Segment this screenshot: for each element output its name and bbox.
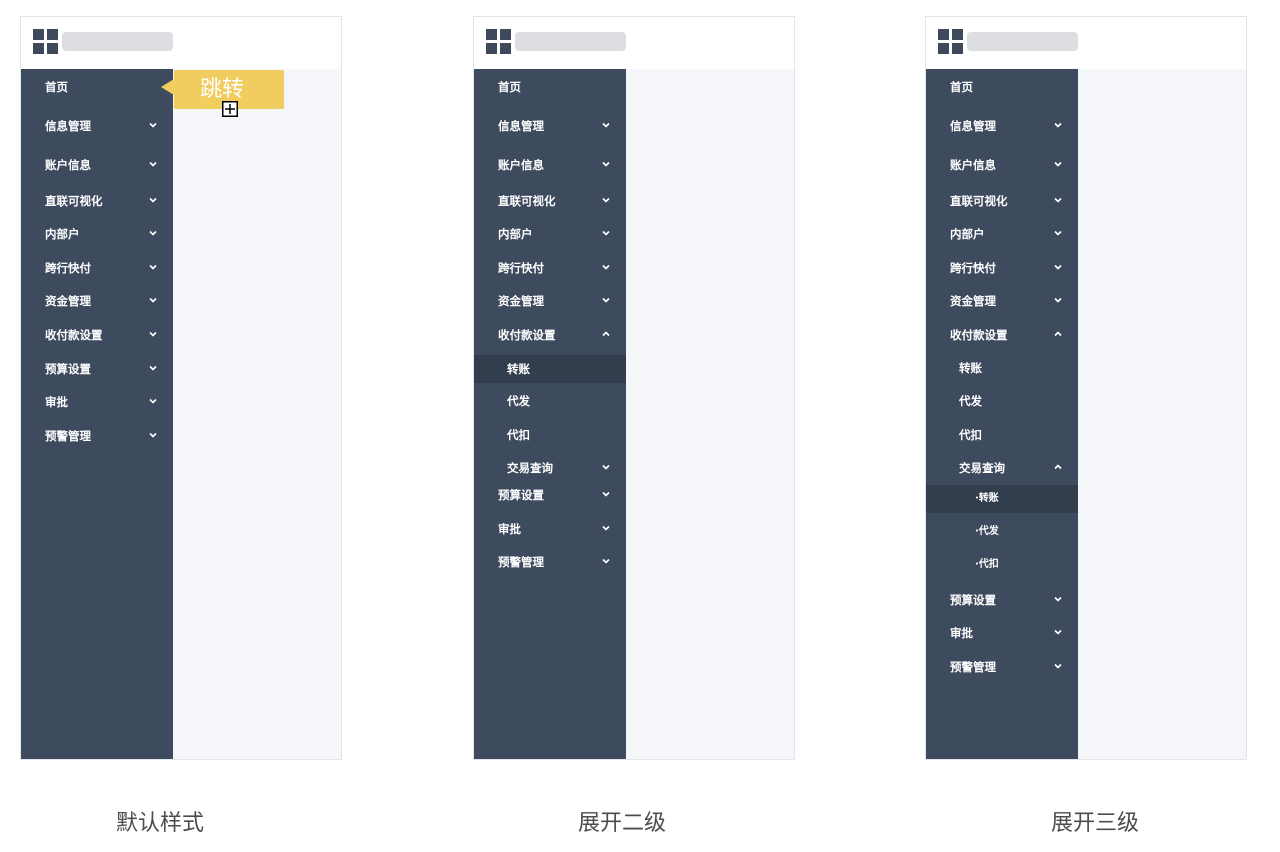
chevron-down-icon — [1054, 122, 1062, 128]
chevron-down-icon — [1054, 230, 1062, 236]
menu-item-internal-account[interactable]: 内部户 — [926, 218, 1078, 251]
menu-item-direct-visual[interactable]: 直联可视化 — [926, 185, 1078, 218]
submenu-item-deduction[interactable]: 代扣 — [474, 419, 626, 452]
submenu-item-transfer[interactable]: 转账 — [926, 352, 1078, 385]
menu-item-fund-management[interactable]: 资金管理 — [474, 285, 626, 318]
chevron-up-icon — [1054, 331, 1062, 337]
menu-item-direct-visual[interactable]: 直联可视化 — [474, 185, 626, 218]
menu-item-info-management[interactable]: 信息管理 — [21, 110, 173, 143]
chevron-down-icon — [149, 122, 157, 128]
chevron-down-icon — [602, 525, 610, 531]
caption-third-level: 展开三级 — [1050, 811, 1139, 836]
sidebar-menu: 首页 信息管理 账户信息 直联可视化 内部户 跨行快付 资金管理 收付款设置 转… — [926, 69, 1078, 759]
chevron-down-icon — [149, 230, 157, 236]
sidebar-menu: 首页 信息管理 账户信息 直联可视化 内部户 跨行快付 资金管理 收付款设置 预… — [21, 69, 173, 759]
menu-item-fund-management[interactable]: 资金管理 — [21, 285, 173, 318]
tooltip-arrow — [161, 79, 174, 95]
app-header — [926, 17, 1246, 69]
chevron-down-icon — [602, 264, 610, 270]
menu-item-info-management[interactable]: 信息管理 — [926, 110, 1078, 143]
logo-placeholder — [967, 32, 1078, 51]
submenu-item-transaction-query[interactable]: 交易查询 — [926, 452, 1078, 485]
menu-item-alert-management[interactable]: 预警管理 — [926, 651, 1078, 684]
panel-third-level: 首页 信息管理 账户信息 直联可视化 内部户 跨行快付 资金管理 收付款设置 转… — [925, 16, 1247, 760]
chevron-down-icon — [149, 197, 157, 203]
menu-item-budget-settings[interactable]: 预算设置 — [21, 353, 173, 386]
menu-item-info-management[interactable]: 信息管理 — [474, 110, 626, 143]
app-header — [474, 17, 794, 69]
chevron-down-icon — [149, 432, 157, 438]
logo-placeholder — [515, 32, 626, 51]
menu-item-budget-settings[interactable]: 预算设置 — [474, 479, 626, 512]
logo-placeholder — [62, 32, 173, 51]
submenu-item-payroll[interactable]: 代发 — [926, 385, 1078, 418]
chevron-down-icon — [602, 122, 610, 128]
menu-item-approval[interactable]: 审批 — [474, 513, 626, 546]
chevron-down-icon — [602, 491, 610, 497]
menu-item-interbank-pay[interactable]: 跨行快付 — [474, 252, 626, 285]
crosshair-cursor-icon — [222, 101, 238, 117]
third-item-transfer[interactable]: ·转账 — [926, 485, 1078, 513]
grid-logo-icon — [486, 29, 511, 54]
chevron-down-icon — [149, 398, 157, 404]
menu-item-home[interactable]: 首页 — [474, 71, 626, 104]
chevron-down-icon — [149, 161, 157, 167]
chevron-down-icon — [1054, 197, 1062, 203]
menu-item-interbank-pay[interactable]: 跨行快付 — [21, 252, 173, 285]
panel-second-level: 首页 信息管理 账户信息 直联可视化 内部户 跨行快付 资金管理 收付款设置 转… — [473, 16, 795, 760]
menu-item-internal-account[interactable]: 内部户 — [474, 218, 626, 251]
chevron-down-icon — [602, 297, 610, 303]
submenu-item-payroll[interactable]: 代发 — [474, 385, 626, 418]
submenu-item-transfer[interactable]: 转账 — [474, 355, 626, 383]
chevron-down-icon — [1054, 663, 1062, 669]
menu-item-fund-management[interactable]: 资金管理 — [926, 285, 1078, 318]
chevron-down-icon — [149, 365, 157, 371]
chevron-down-icon — [602, 197, 610, 203]
caption-default-style: 默认样式 — [115, 811, 204, 836]
menu-item-home[interactable]: 首页 — [21, 71, 173, 104]
grid-logo-icon — [33, 29, 58, 54]
menu-item-account-info[interactable]: 账户信息 — [926, 149, 1078, 182]
chevron-down-icon — [1054, 297, 1062, 303]
sidebar-menu: 首页 信息管理 账户信息 直联可视化 内部户 跨行快付 资金管理 收付款设置 转… — [474, 69, 626, 759]
menu-item-account-info[interactable]: 账户信息 — [474, 149, 626, 182]
chevron-down-icon — [602, 161, 610, 167]
app-header — [21, 17, 341, 69]
chevron-down-icon — [149, 331, 157, 337]
menu-item-alert-management[interactable]: 预警管理 — [474, 546, 626, 579]
chevron-down-icon — [602, 558, 610, 564]
content-area — [173, 69, 341, 759]
menu-item-internal-account[interactable]: 内部户 — [21, 218, 173, 251]
chevron-down-icon — [1054, 264, 1062, 270]
chevron-up-icon — [602, 331, 610, 337]
content-area — [626, 69, 794, 759]
menu-item-payment-settings[interactable]: 收付款设置 — [21, 319, 173, 352]
menu-item-budget-settings[interactable]: 预算设置 — [926, 584, 1078, 617]
panel-default: 首页 信息管理 账户信息 直联可视化 内部户 跨行快付 资金管理 收付款设置 预… — [20, 16, 342, 760]
menu-item-approval[interactable]: 审批 — [926, 617, 1078, 650]
third-item-deduction[interactable]: ·代扣 — [926, 548, 1078, 581]
menu-item-direct-visual[interactable]: 直联可视化 — [21, 185, 173, 218]
chevron-down-icon — [149, 264, 157, 270]
submenu-item-deduction[interactable]: 代扣 — [926, 419, 1078, 452]
chevron-down-icon — [1054, 596, 1062, 602]
chevron-down-icon — [602, 464, 610, 470]
menu-item-approval[interactable]: 审批 — [21, 386, 173, 419]
menu-item-payment-settings[interactable]: 收付款设置 — [474, 319, 626, 352]
menu-item-alert-management[interactable]: 预警管理 — [21, 420, 173, 453]
chevron-down-icon — [1054, 161, 1062, 167]
chevron-down-icon — [602, 230, 610, 236]
caption-second-level: 展开二级 — [577, 811, 666, 836]
menu-item-account-info[interactable]: 账户信息 — [21, 149, 173, 182]
chevron-up-icon — [1054, 464, 1062, 470]
third-item-payroll[interactable]: ·代发 — [926, 515, 1078, 548]
menu-item-home[interactable]: 首页 — [926, 71, 1078, 104]
menu-item-payment-settings[interactable]: 收付款设置 — [926, 319, 1078, 352]
chevron-down-icon — [1054, 629, 1062, 635]
grid-logo-icon — [938, 29, 963, 54]
menu-item-interbank-pay[interactable]: 跨行快付 — [926, 252, 1078, 285]
content-area — [1078, 69, 1246, 759]
chevron-down-icon — [149, 297, 157, 303]
